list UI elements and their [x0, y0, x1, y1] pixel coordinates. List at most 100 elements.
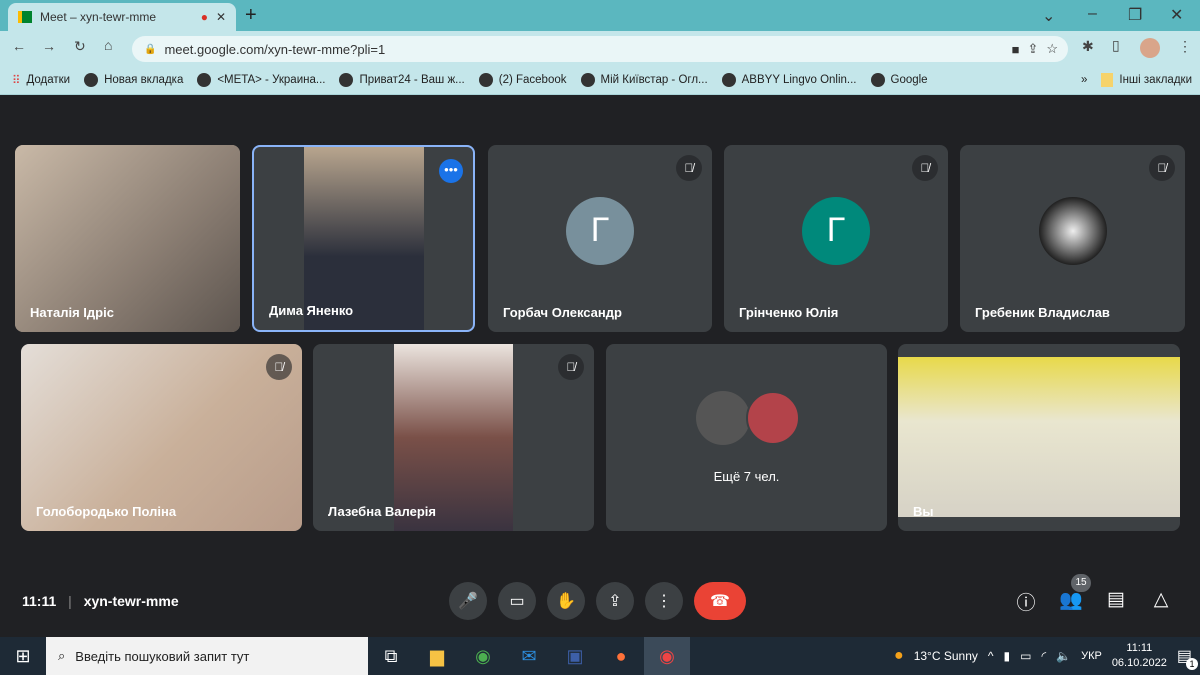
menu-icon[interactable]: ⋮	[1178, 38, 1192, 55]
bookmarks-bar: ⠿ Додатки Новая вкладка <META> - Украина.…	[0, 65, 1200, 95]
meeting-time: 11:11	[22, 593, 57, 609]
info-icon[interactable]: ⓘ	[1013, 588, 1039, 615]
new-tab-button[interactable]: +	[245, 4, 257, 27]
wifi-icon[interactable]: ◜	[1041, 649, 1046, 663]
folder-icon	[1101, 72, 1114, 87]
bookmark[interactable]: Мій Київстар - Огл...	[580, 72, 708, 87]
tab-strip: Meet – xyn-tewr-mme ● ✕ + ⌄ – ❐ ✕	[0, 0, 1200, 31]
raise-hand-button[interactable]: ✋	[547, 582, 585, 620]
globe-icon	[339, 72, 354, 87]
bookmark-label: Новая вкладка	[104, 73, 184, 86]
system-tray: ● 13°C Sunny ^ ▮ ▭ ◜ 🔈 УКР 11:11 06.10.2…	[894, 641, 1200, 671]
notifications-icon[interactable]: ▤ 1	[1177, 646, 1198, 670]
bookmark[interactable]: ABBYY Lingvo Onlin...	[721, 72, 857, 87]
more-options-button[interactable]: ⋮	[645, 582, 683, 620]
globe-icon	[478, 72, 493, 87]
chat-icon[interactable]: ▤	[1103, 588, 1129, 611]
participant-tile[interactable]: 🎙̸ Гребеник Владислав	[960, 145, 1185, 332]
notification-count: 1	[1186, 658, 1198, 670]
minimize-button[interactable]: –	[1088, 5, 1097, 23]
bookmark[interactable]: <META> - Украина...	[197, 72, 325, 87]
star-icon[interactable]: ☆	[1046, 41, 1058, 57]
bookmark[interactable]: (2) Facebook	[478, 72, 567, 87]
tab-close-icon[interactable]: ✕	[216, 10, 226, 24]
search-placeholder: Введіть пошуковий запит тут	[75, 648, 250, 664]
bookmark-label: Інші закладки	[1119, 73, 1192, 86]
more-participants-tile[interactable]: Ещё 7 чел.	[606, 344, 887, 531]
tab-meet[interactable]: Meet – xyn-tewr-mme ● ✕	[8, 3, 236, 31]
mic-off-icon: 🎙̸	[266, 354, 292, 380]
tab-title: Meet – xyn-tewr-mme	[40, 10, 157, 24]
task-view-icon[interactable]: ⧉	[368, 637, 414, 675]
reload-icon[interactable]: ↻	[74, 38, 86, 55]
self-tile[interactable]: Вы	[898, 344, 1180, 531]
participant-tile[interactable]: 🎙̸ Лазебна Валерія	[313, 344, 594, 531]
clock[interactable]: 11:11 06.10.2022	[1112, 641, 1167, 671]
camera-icon[interactable]: ■	[1012, 42, 1020, 57]
bookmark[interactable]: Google	[870, 72, 928, 87]
volume-icon[interactable]: 🔈	[1056, 649, 1071, 663]
bookmark-label: (2) Facebook	[498, 73, 567, 86]
weather-text[interactable]: 13°C Sunny	[914, 649, 978, 663]
profile-avatar[interactable]	[1140, 38, 1160, 58]
participant-name: Голобородько Поліна	[36, 504, 177, 519]
firefox-icon[interactable]: ●	[598, 637, 644, 675]
more-participants-label: Ещё 7 чел.	[713, 469, 780, 484]
tray-chevron-icon[interactable]: ^	[988, 649, 994, 663]
address-bar[interactable]: 🔒 meet.google.com/xyn-tewr-mme?pli=1 ■ ⇪…	[132, 36, 1068, 62]
globe-icon	[870, 72, 885, 87]
lock-icon: 🔒	[144, 43, 157, 55]
avatar	[1038, 196, 1107, 265]
participant-tile[interactable]: 🎙̸ Голобородько Поліна	[21, 344, 302, 531]
tab-search-icon[interactable]: ⌄	[1042, 6, 1055, 26]
home-icon[interactable]: ⌂	[104, 37, 112, 53]
mail-icon[interactable]: ✉	[506, 637, 552, 675]
participant-tile[interactable]: Наталія Ідріс	[15, 145, 240, 332]
chrome-profile-icon[interactable]: ◉	[644, 637, 690, 675]
avatar	[746, 391, 800, 445]
sidepanel-icon[interactable]: ▯	[1112, 37, 1120, 54]
participant-count-badge: 15	[1071, 574, 1091, 592]
meeting-code: xyn-tewr-mme	[83, 593, 179, 609]
mic-off-icon: 🎙̸	[558, 354, 584, 380]
bookmark-apps[interactable]: ⠿ Додатки	[12, 73, 70, 87]
present-button[interactable]: ⇪	[596, 582, 634, 620]
participant-video	[898, 357, 1180, 517]
activities-icon[interactable]: △	[1148, 588, 1174, 611]
restore-button[interactable]: ❐	[1128, 5, 1142, 25]
extensions-icon[interactable]: ✱	[1082, 38, 1094, 55]
more-options-icon[interactable]: •••	[439, 159, 463, 183]
save-app-icon[interactable]: ▣	[552, 637, 598, 675]
battery-icon[interactable]: ▭	[1020, 649, 1031, 663]
weather-sun-icon: ●	[894, 647, 904, 664]
back-icon[interactable]: ←	[12, 38, 26, 54]
windows-start-icon[interactable]: ⊞	[0, 637, 46, 675]
search-icon: ⌕	[58, 648, 66, 663]
recording-icon: ●	[200, 10, 208, 24]
bookmark[interactable]: Новая вкладка	[84, 72, 184, 87]
microphone-button[interactable]: 🎤	[449, 582, 487, 620]
avatar: Г	[802, 196, 870, 265]
avatar: Г	[566, 196, 634, 265]
participant-name: Вы	[913, 504, 934, 519]
bookmark-label: Приват24 - Ваш ж...	[359, 73, 465, 86]
windows-taskbar: ⊞ ⌕ Введіть пошуковий запит тут ⧉ ▆ ◉ ✉ …	[0, 637, 1200, 675]
share-icon[interactable]: ⇪	[1027, 41, 1038, 57]
taskbar-search[interactable]: ⌕ Введіть пошуковий запит тут	[46, 637, 368, 675]
clock-time: 11:11	[1126, 642, 1153, 654]
chrome-icon[interactable]: ◉	[460, 637, 506, 675]
more-bookmarks[interactable]: »	[1081, 74, 1087, 86]
camera-button[interactable]: ▭	[498, 582, 536, 620]
language-indicator[interactable]: УКР	[1081, 650, 1102, 662]
bookmark-label: Додатки	[26, 73, 71, 86]
forward-icon[interactable]: →	[42, 38, 56, 54]
close-window-button[interactable]: ✕	[1170, 5, 1183, 25]
participant-tile[interactable]: ••• Дима Яненко	[252, 145, 475, 332]
participant-tile[interactable]: 🎙̸ Г Горбач Олександр	[488, 145, 712, 332]
leave-call-button[interactable]: ☎	[694, 582, 746, 620]
participant-tile[interactable]: 🎙̸ Г Грінченко Юлія	[724, 145, 948, 332]
bookmark[interactable]: Приват24 - Ваш ж...	[339, 72, 465, 87]
file-explorer-icon[interactable]: ▆	[414, 637, 460, 675]
meet-favicon	[18, 11, 32, 23]
other-bookmarks[interactable]: Інші закладки	[1101, 72, 1192, 87]
